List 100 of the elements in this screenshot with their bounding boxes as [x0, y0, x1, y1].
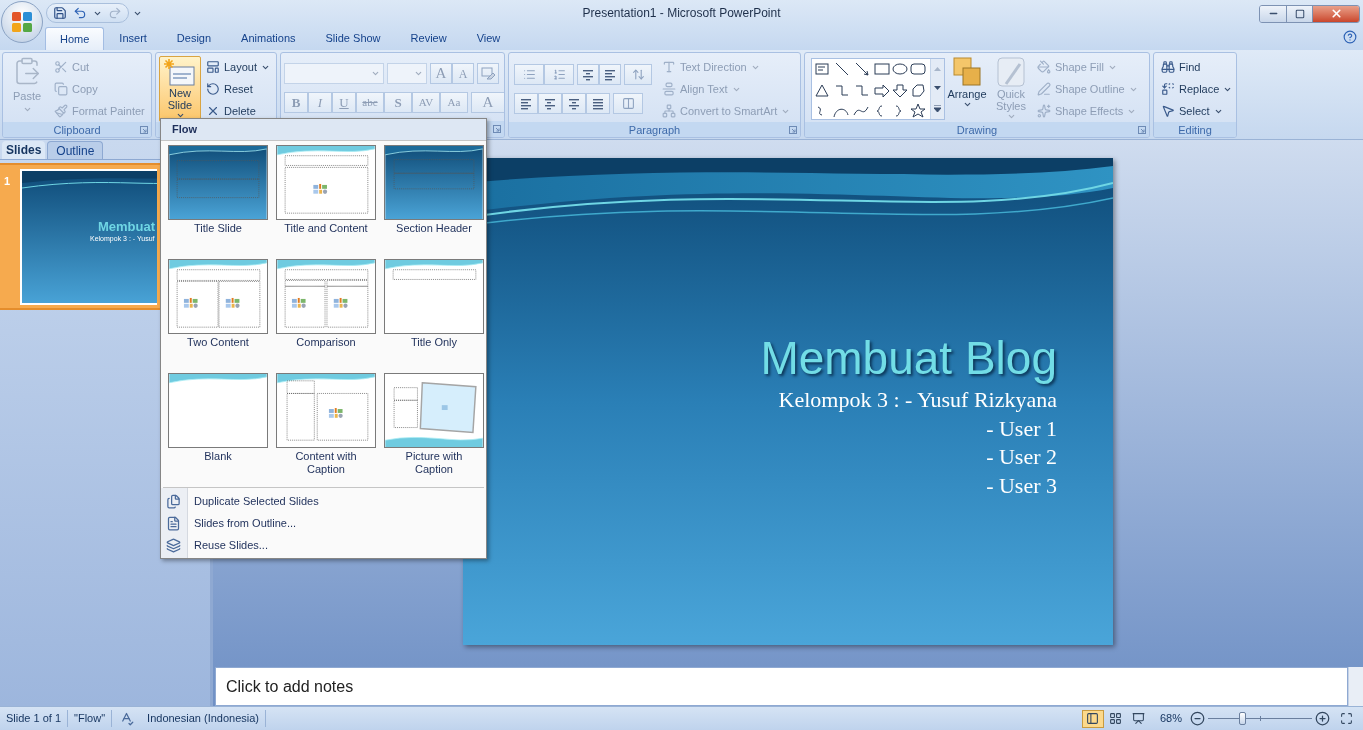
- help-icon[interactable]: [1343, 30, 1357, 44]
- undo-icon[interactable]: [73, 6, 87, 20]
- reuse-slides-item[interactable]: Reuse Slides...: [188, 534, 486, 556]
- slide-title: Membuat Blog: [760, 331, 1057, 386]
- align-button[interactable]: [514, 93, 538, 114]
- panel-tab[interactable]: Outline: [47, 141, 104, 159]
- layout-option[interactable]: Title Only: [382, 259, 486, 373]
- maximize-button[interactable]: [1286, 5, 1312, 22]
- copy-icon: [54, 82, 68, 96]
- thumbnail-title: Membuat: [98, 219, 156, 234]
- close-button[interactable]: [1312, 5, 1359, 22]
- dialog-launcher-icon[interactable]: [1138, 126, 1146, 134]
- clear-formatting-button[interactable]: [477, 63, 499, 84]
- zoom-level[interactable]: 68%: [1149, 710, 1190, 727]
- ribbon-tab[interactable]: Design: [161, 27, 227, 50]
- ribbon-tab[interactable]: Review: [395, 27, 462, 50]
- layout-button[interactable]: Layout: [204, 56, 273, 78]
- notes-field[interactable]: Click to add notes: [215, 667, 1348, 706]
- reset-button[interactable]: Reset: [204, 78, 273, 100]
- subtitle-line: - User 2: [986, 443, 1057, 471]
- letter-icon: [662, 60, 676, 74]
- increase-indent-button[interactable]: [599, 64, 621, 85]
- fit-to-window-icon[interactable]: [1340, 712, 1353, 725]
- align-icon: [543, 97, 557, 110]
- dialog-launcher-icon[interactable]: [789, 126, 797, 134]
- font-size-field[interactable]: [387, 63, 427, 84]
- arrange-icon: [952, 56, 982, 88]
- language[interactable]: Indonesian (Indonesia): [141, 710, 266, 727]
- theme-name: "Flow": [68, 710, 113, 727]
- scroll-down-icon[interactable]: [934, 85, 941, 90]
- normal-view-button[interactable]: [1081, 709, 1104, 728]
- vertical-align-icon: [662, 82, 676, 96]
- pen-icon: [1037, 82, 1051, 96]
- view-icon: [1086, 712, 1100, 725]
- columns-icon: [621, 97, 635, 110]
- find-button[interactable]: Find: [1159, 56, 1235, 78]
- ribbon-tab[interactable]: Home: [45, 27, 105, 50]
- close-icon: [1329, 7, 1343, 20]
- ribbon-tab[interactable]: Insert: [104, 27, 162, 50]
- slide-counter: Slide 1 of 1: [0, 710, 69, 727]
- minimize-button[interactable]: [1260, 5, 1286, 22]
- layout-option[interactable]: Content with Caption: [274, 373, 378, 487]
- scissors-icon: [54, 60, 68, 74]
- align-icon: [591, 97, 605, 110]
- group-label: Clipboard: [53, 122, 101, 137]
- replace-button[interactable]: Replace: [1159, 78, 1235, 100]
- dialog-launcher-icon[interactable]: [140, 126, 148, 134]
- layout-option[interactable]: Blank: [166, 373, 270, 487]
- view-icon: [1109, 712, 1123, 725]
- ribbon-tab[interactable]: View: [461, 27, 516, 50]
- select-button[interactable]: Select: [1159, 100, 1235, 122]
- window-title: Presentation1 - Microsoft PowerPoint: [582, 5, 781, 22]
- subtitle-line: - User 3: [986, 471, 1057, 500]
- notes-scrollbar[interactable]: [1348, 667, 1363, 706]
- slides-from-outline-item[interactable]: Slides from Outline...: [188, 512, 486, 534]
- align-button[interactable]: [538, 93, 562, 114]
- menu-heading: Flow: [161, 119, 486, 141]
- paint-bucket-icon: [1037, 60, 1051, 74]
- caret-icon: [371, 69, 380, 78]
- zoom-slider[interactable]: [1208, 711, 1312, 726]
- caret-icon: [962, 100, 972, 109]
- zoom-out-icon[interactable]: [1190, 711, 1205, 726]
- group-label: Paragraph: [628, 122, 681, 137]
- layout-option[interactable]: Title and Content: [274, 145, 378, 259]
- new-slide-button[interactable]: New Slide: [159, 56, 201, 122]
- align-button[interactable]: [586, 93, 610, 114]
- save-icon[interactable]: [53, 6, 67, 20]
- caret-icon: [414, 69, 423, 78]
- subtitle-line: Kelompok 3 : - Yusuf Rizkyana: [778, 386, 1057, 414]
- new-slide-icon: [164, 59, 196, 87]
- align-button[interactable]: [562, 93, 586, 114]
- align-icon: [603, 68, 617, 81]
- slides-icon: [166, 537, 181, 553]
- align-icon: [519, 97, 533, 110]
- spell-check-icon[interactable]: [119, 711, 135, 726]
- zoom-in-icon[interactable]: [1315, 711, 1330, 726]
- gallery-scrollbar[interactable]: [930, 59, 944, 119]
- group-label: Editing: [1178, 122, 1212, 137]
- restore-icon: [1294, 8, 1305, 19]
- slides-icon: [166, 493, 181, 509]
- office-logo-icon: [11, 11, 33, 33]
- bullets-icon: [522, 68, 536, 81]
- duplicate-slides-item[interactable]: Duplicate Selected Slides: [188, 490, 486, 512]
- dialog-launcher-icon[interactable]: [493, 125, 501, 133]
- ribbon-tab[interactable]: Slide Show: [310, 27, 396, 50]
- numbering-icon: [552, 68, 566, 81]
- ribbon-tab[interactable]: Animations: [226, 27, 311, 50]
- panel-tab[interactable]: Slides: [2, 141, 46, 159]
- group-label: Drawing: [956, 122, 998, 137]
- zoom-thumb[interactable]: [1239, 711, 1247, 725]
- arrange-button[interactable]: Arrange: [945, 56, 989, 122]
- layout-option[interactable]: Section Header: [382, 145, 486, 259]
- quick-styles-icon: [996, 56, 1026, 88]
- decrease-indent-button[interactable]: [577, 64, 599, 85]
- caret-icon: [1006, 112, 1016, 121]
- line-spacing-icon: [631, 68, 645, 81]
- align-icon: [581, 68, 595, 81]
- gallery-more-icon[interactable]: [934, 104, 941, 112]
- layout-option[interactable]: Comparison: [274, 259, 378, 373]
- layout-option[interactable]: Picture with Caption: [382, 373, 486, 487]
